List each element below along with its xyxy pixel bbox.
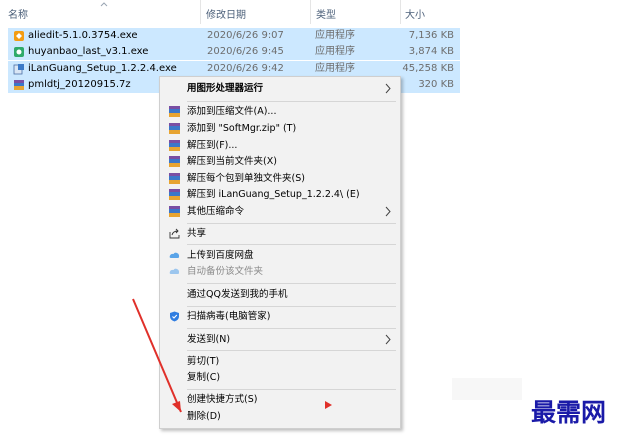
winrar-icon <box>169 189 180 200</box>
faded-background-text <box>452 378 522 400</box>
menu-cut[interactable]: 剪切(T) <box>160 353 400 370</box>
menu-delete[interactable]: 删除(D) <box>160 408 400 425</box>
menu-label: 通过QQ发送到我的手机 <box>187 289 288 300</box>
column-type[interactable]: 类型 <box>312 9 336 23</box>
menu-add-zip[interactable]: 添加到 "SoftMgr.zip" (T) <box>160 120 400 137</box>
menu-divider <box>187 389 396 390</box>
menu-extract-named[interactable]: 解压到 iLanGuang_Setup_1.2.2.4\ (E) <box>160 186 400 203</box>
shield-icon <box>170 311 179 322</box>
menu-label: 其他压缩命令 <box>187 206 245 217</box>
menu-label: 创建快捷方式(S) <box>187 394 258 405</box>
menu-extract-to[interactable]: 解压到(F)... <box>160 137 400 154</box>
menu-label: 剪切(T) <box>187 356 220 367</box>
menu-share[interactable]: 共享 <box>160 225 400 242</box>
menu-scan-virus[interactable]: 扫描病毒(电脑管家) <box>160 308 400 325</box>
menu-label: 解压到 iLanGuang_Setup_1.2.2.4\ (E) <box>187 189 360 200</box>
menu-create-shortcut[interactable]: 创建快捷方式(S) <box>160 391 400 408</box>
menu-copy[interactable]: 复制(C) <box>160 369 400 386</box>
column-size[interactable]: 大小 <box>401 9 425 23</box>
file-name: aliedit-5.1.0.3754.exe <box>28 30 138 41</box>
installer-icon <box>13 64 24 75</box>
menu-label: 扫描病毒(电脑管家) <box>187 311 271 322</box>
file-name: pmldtj_20120915.7z <box>28 79 131 90</box>
menu-label: 用图形处理器运行 <box>187 83 264 94</box>
menu-other-compress-commands[interactable]: 其他压缩命令 <box>160 203 400 220</box>
menu-divider <box>187 350 396 351</box>
file-explorer: 名称 修改日期 类型 大小 aliedit-5.1.0.3754.exe 202… <box>0 0 643 444</box>
winrar-icon <box>169 156 180 167</box>
share-icon <box>169 228 180 239</box>
menu-extract-each[interactable]: 解压每个包到单独文件夹(S) <box>160 170 400 187</box>
watermark-logo: 最需网 <box>531 398 607 427</box>
context-menu: 用图形处理器运行 添加到压缩文件(A)... 添加到 "SoftMgr.zip"… <box>159 76 401 429</box>
menu-label: 添加到压缩文件(A)... <box>187 106 277 117</box>
winrar-icon <box>169 206 180 217</box>
aliedit-app-icon <box>14 31 24 41</box>
column-divider[interactable] <box>200 0 201 24</box>
menu-label: 删除(D) <box>187 411 221 422</box>
menu-label: 解压到(F)... <box>187 140 238 151</box>
menu-upload-baidu[interactable]: 上传到百度网盘 <box>160 247 400 264</box>
winrar-icon <box>169 140 180 151</box>
submenu-arrow-icon <box>385 83 391 94</box>
column-header-row: 名称 修改日期 类型 大小 <box>0 0 643 24</box>
menu-label: 解压到当前文件夹(X) <box>187 156 277 167</box>
file-date: 2020/6/26 9:42 <box>207 63 284 74</box>
file-type: 应用程序 <box>315 46 355 57</box>
submenu-arrow-icon <box>385 334 391 345</box>
file-type: 应用程序 <box>315 63 355 74</box>
column-date[interactable]: 修改日期 <box>202 9 246 23</box>
huyanbao-app-icon <box>14 47 24 57</box>
file-size: 320 KB <box>418 79 454 90</box>
menu-label: 自动备份该文件夹 <box>187 266 264 277</box>
menu-extract-here[interactable]: 解压到当前文件夹(X) <box>160 153 400 170</box>
menu-divider <box>187 283 396 284</box>
column-divider[interactable] <box>310 0 311 24</box>
sort-up-icon <box>100 2 108 7</box>
baidu-cloud-icon <box>169 268 180 274</box>
file-row[interactable]: aliedit-5.1.0.3754.exe 2020/6/26 9:07 应用… <box>8 28 460 44</box>
file-name: iLanGuang_Setup_1.2.2.4.exe <box>28 63 177 74</box>
menu-label: 共享 <box>187 228 207 239</box>
menu-send-qq-phone[interactable]: 通过QQ发送到我的手机 <box>160 286 400 303</box>
menu-divider <box>187 101 396 102</box>
menu-label: 复制(C) <box>187 372 221 383</box>
menu-add-archive[interactable]: 添加到压缩文件(A)... <box>160 103 400 120</box>
winrar-icon <box>169 106 180 117</box>
menu-divider <box>187 244 396 245</box>
file-row[interactable]: huyanbao_last_v3.1.exe 2020/6/26 9:45 应用… <box>8 44 460 60</box>
column-name[interactable]: 名称 <box>4 9 28 23</box>
file-type: 应用程序 <box>315 30 355 41</box>
file-date: 2020/6/26 9:07 <box>207 30 284 41</box>
file-size: 3,874 KB <box>408 46 454 57</box>
file-row[interactable]: iLanGuang_Setup_1.2.2.4.exe 2020/6/26 9:… <box>8 61 460 77</box>
menu-label: 发送到(N) <box>187 334 231 345</box>
file-date: 2020/6/26 9:45 <box>207 46 284 57</box>
archive-icon <box>14 80 24 90</box>
submenu-arrow-icon <box>385 206 391 217</box>
winrar-icon <box>169 123 180 134</box>
file-size: 7,136 KB <box>408 30 454 41</box>
file-size: 45,258 KB <box>402 63 454 74</box>
menu-open-with-image-processor[interactable]: 用图形处理器运行 <box>160 80 400 97</box>
winrar-icon <box>169 173 180 184</box>
menu-send-to[interactable]: 发送到(N) <box>160 331 400 348</box>
baidu-cloud-icon <box>169 252 180 258</box>
menu-auto-backup[interactable]: 自动备份该文件夹 <box>160 263 400 280</box>
menu-divider <box>187 223 396 224</box>
menu-divider <box>187 306 396 307</box>
menu-label: 添加到 "SoftMgr.zip" (T) <box>187 123 297 134</box>
menu-label: 解压每个包到单独文件夹(S) <box>187 173 305 184</box>
file-name: huyanbao_last_v3.1.exe <box>28 46 149 57</box>
menu-divider <box>187 328 396 329</box>
menu-label: 上传到百度网盘 <box>187 250 254 261</box>
